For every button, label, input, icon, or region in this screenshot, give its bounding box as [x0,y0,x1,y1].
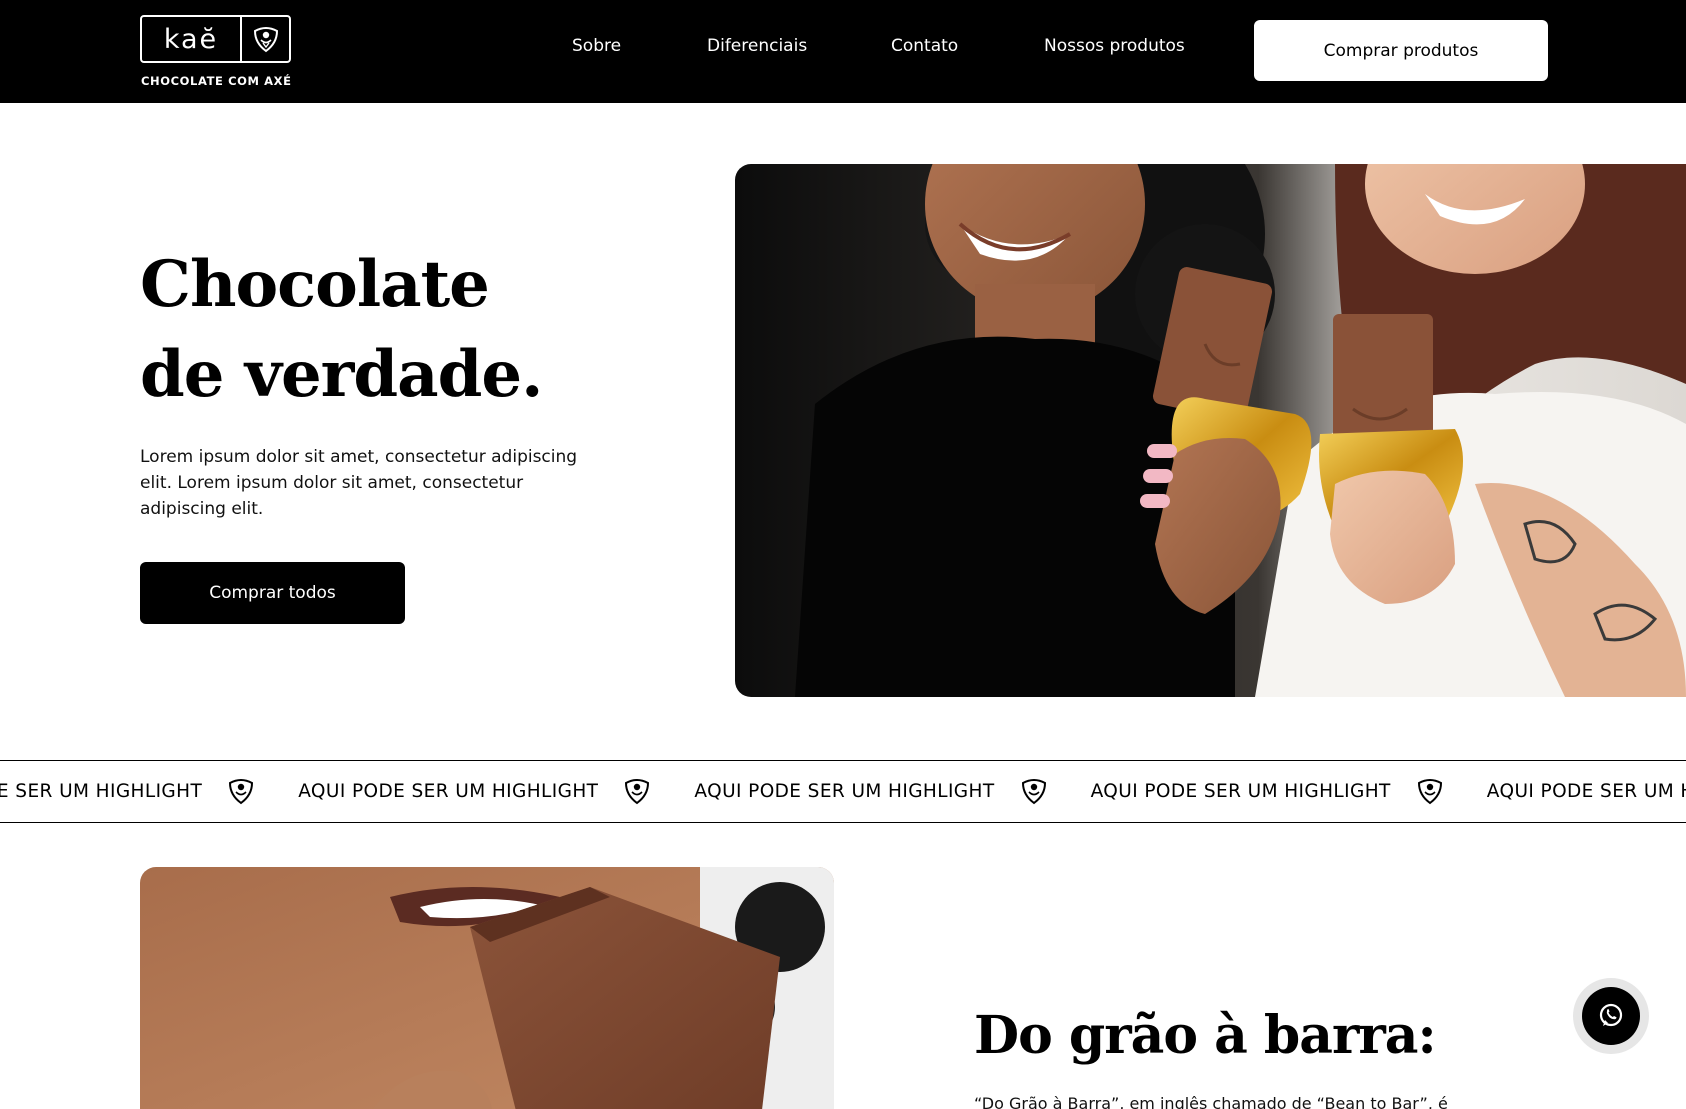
marquee-item: AQUI PODE SER UM HIGHLIGHT [0,780,203,802]
logo[interactable]: kaĕ [140,15,291,63]
marquee-item: AQUI PODE SER UM HIGHLIGHT [298,780,599,802]
section-text: “Do Grão à Barra”, em inglês chamado de … [974,1094,1448,1109]
brand-mark-icon [242,17,289,61]
brand-mark-icon [1021,777,1047,805]
brand-mark-icon [228,777,254,805]
brand-mark-icon [624,777,650,805]
hero-title-line-1: Chocolate [140,247,490,322]
whatsapp-button[interactable] [1573,978,1649,1054]
nav-diferenciais[interactable]: Diferenciais [707,36,807,56]
whatsapp-icon [1582,987,1640,1045]
hero-description: Lorem ipsum dolor sit amet, consectetur … [140,447,578,519]
logo-wordmark: kaĕ [142,17,242,61]
buy-all-button[interactable]: Comprar todos [140,562,405,624]
marquee-item: AQUI PODE SER UM HIGHLIGHT [1486,780,1686,802]
hero-image [735,164,1686,697]
nav-nossos-produtos[interactable]: Nossos produtos [1044,36,1185,56]
highlight-marquee: AQUI PODE SER UM HIGHLIGHT AQUI PODE SER… [0,760,1686,823]
marquee-item: AQUI PODE SER UM HIGHLIGHT [1090,780,1391,802]
logo-tagline: CHOCOLATE COM AXÉ [141,74,292,88]
marquee-track: AQUI PODE SER UM HIGHLIGHT AQUI PODE SER… [0,761,1686,821]
bite-image [140,867,834,1109]
section-title: Do grão à barra: [974,1005,1437,1066]
nav-sobre[interactable]: Sobre [572,36,621,56]
marquee-item: AQUI PODE SER UM HIGHLIGHT [694,780,995,802]
brand-mark-icon [1417,777,1443,805]
nav-contato[interactable]: Contato [891,36,958,56]
hero-title-line-2: de verdade. [140,337,543,412]
site-header: kaĕ CHOCOLATE COM AXÉ Sobre Diferenciais… [0,0,1686,103]
buy-products-button[interactable]: Comprar produtos [1254,20,1548,81]
hero-title: Chocolate de verdade. [140,240,543,420]
